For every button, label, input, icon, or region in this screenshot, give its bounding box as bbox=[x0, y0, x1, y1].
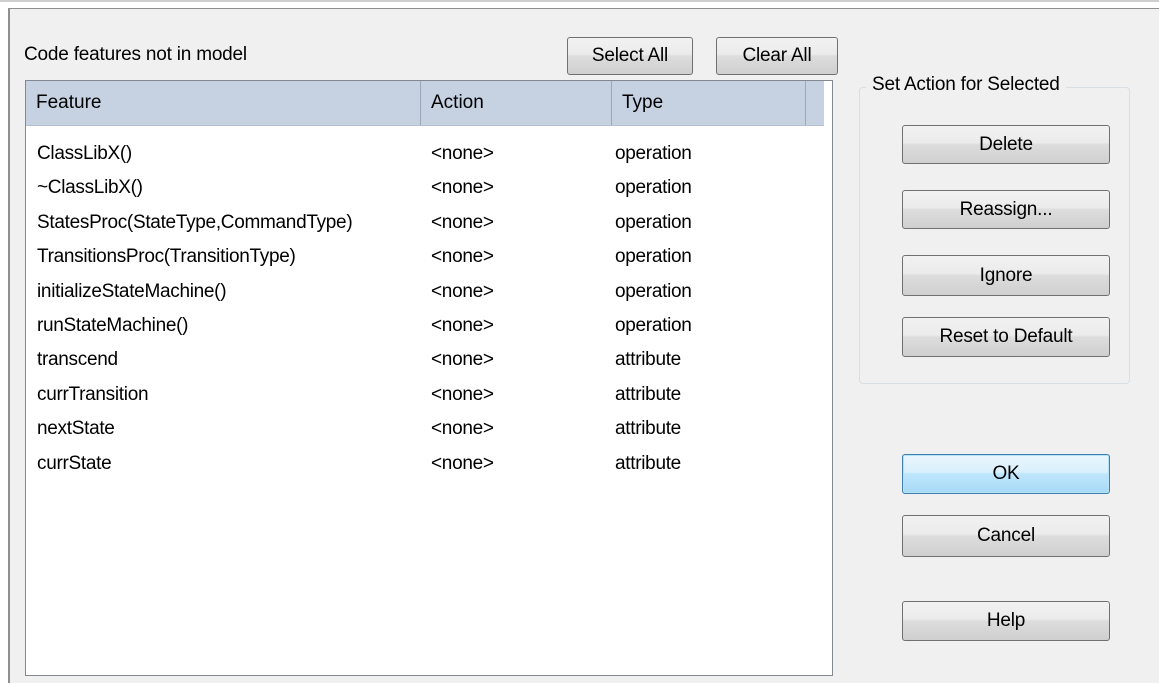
table-row[interactable]: nextState <none> attribute bbox=[26, 412, 832, 446]
cell-feature: StatesProc(StateType,CommandType) bbox=[37, 211, 353, 233]
cell-feature: nextState bbox=[37, 418, 115, 440]
cell-feature: currState bbox=[37, 452, 112, 474]
cell-action: <none> bbox=[431, 383, 494, 405]
cell-feature: initializeStateMachine() bbox=[37, 280, 227, 302]
cell-type: operation bbox=[615, 315, 692, 336]
cell-action: <none> bbox=[431, 280, 494, 302]
list-header: Feature Action Type bbox=[26, 81, 824, 126]
delete-button[interactable]: Delete bbox=[902, 125, 1110, 164]
cell-feature: ~ClassLibX() bbox=[37, 177, 143, 199]
features-label: Code features not in model bbox=[24, 44, 247, 65]
cell-type: attribute bbox=[615, 383, 681, 405]
ignore-button[interactable]: Ignore bbox=[902, 255, 1110, 296]
cell-feature: transcend bbox=[37, 349, 118, 371]
select-all-button[interactable]: Select All bbox=[567, 37, 693, 75]
cell-type: operation bbox=[615, 280, 692, 302]
cell-type: attribute bbox=[615, 452, 681, 474]
table-row[interactable]: ClassLibX() <none> operation bbox=[26, 137, 832, 171]
table-row[interactable]: currTransition <none> attribute bbox=[26, 378, 832, 412]
table-row[interactable]: ~ClassLibX() <none> operation bbox=[26, 171, 832, 205]
cell-action: <none> bbox=[431, 246, 494, 268]
cell-feature: runStateMachine() bbox=[37, 315, 189, 336]
cell-action: <none> bbox=[431, 211, 494, 233]
help-button[interactable]: Help bbox=[902, 601, 1110, 641]
table-row[interactable]: TransitionsProc(TransitionType) <none> ope… bbox=[26, 240, 832, 274]
table-row[interactable]: runStateMachine() <none> operation bbox=[26, 309, 832, 343]
column-header-type[interactable]: Type bbox=[612, 81, 806, 125]
cell-action: <none> bbox=[431, 418, 494, 440]
cell-feature: currTransition bbox=[37, 383, 149, 405]
table-row[interactable]: currState <none> attribute bbox=[26, 447, 832, 481]
window-top-edge bbox=[0, 0, 1159, 2]
table-row[interactable]: transcend <none> attribute bbox=[26, 343, 832, 377]
cell-type: operation bbox=[615, 177, 692, 199]
features-list[interactable]: Feature Action Type ClassLibX() <none> ope… bbox=[25, 80, 833, 676]
cell-action: <none> bbox=[431, 349, 494, 371]
cell-type: attribute bbox=[615, 418, 681, 440]
clear-all-button[interactable]: Clear All bbox=[716, 37, 838, 75]
cell-type: operation bbox=[615, 211, 692, 233]
column-header-feature[interactable]: Feature bbox=[26, 81, 421, 125]
cell-type: operation bbox=[615, 246, 692, 268]
cell-action: <none> bbox=[431, 143, 494, 164]
column-header-action[interactable]: Action bbox=[421, 81, 612, 125]
ok-button[interactable]: OK bbox=[902, 454, 1110, 494]
cell-type: operation bbox=[615, 143, 692, 164]
cell-type: attribute bbox=[615, 349, 681, 371]
cell-action: <none> bbox=[431, 452, 494, 474]
reassign-button[interactable]: Reassign... bbox=[902, 190, 1110, 229]
cell-action: <none> bbox=[431, 177, 494, 199]
set-action-group-title: Set Action for Selected bbox=[866, 74, 1066, 96]
table-row[interactable]: StatesProc(StateType,CommandType) <none> o… bbox=[26, 206, 832, 240]
cell-action: <none> bbox=[431, 315, 494, 336]
cancel-button[interactable]: Cancel bbox=[902, 515, 1110, 557]
cell-feature: ClassLibX() bbox=[37, 143, 132, 164]
reset-to-default-button[interactable]: Reset to Default bbox=[902, 317, 1110, 357]
cell-feature: TransitionsProc(TransitionType) bbox=[37, 246, 296, 268]
table-row[interactable]: initializeStateMachine() <none> operation bbox=[26, 275, 832, 309]
